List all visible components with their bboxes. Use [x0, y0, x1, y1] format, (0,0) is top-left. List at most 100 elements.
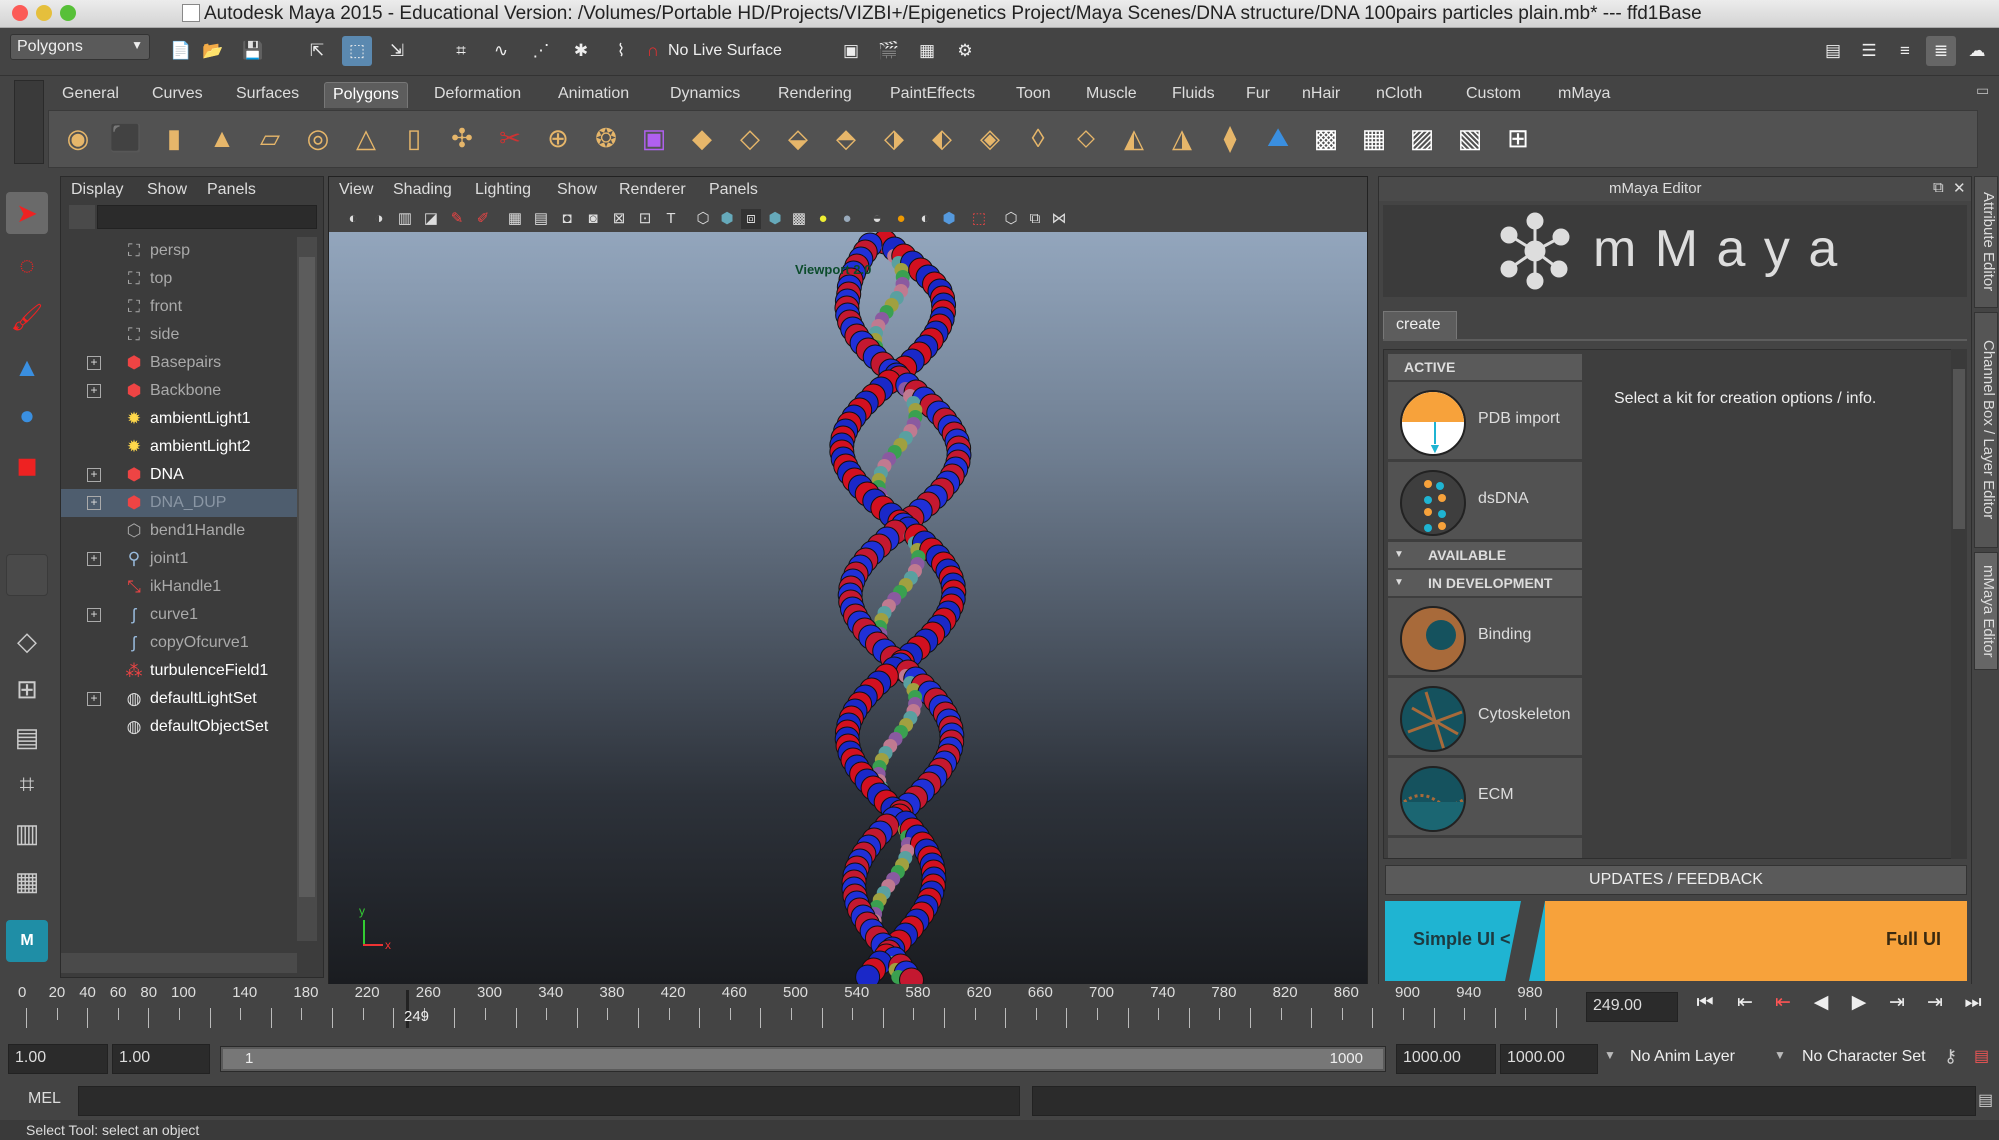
use-all-lights-icon[interactable]: ●: [813, 209, 833, 229]
poly-torus-icon[interactable]: ◎: [299, 119, 337, 157]
viewport-menu-show[interactable]: Show: [557, 181, 597, 199]
select-hierarchy-icon[interactable]: ⇱: [302, 36, 332, 66]
poly-cylinder-icon[interactable]: ▮: [155, 119, 193, 157]
go-to-end-icon[interactable]: ⏭: [1958, 988, 1988, 1018]
outliner-item[interactable]: + ⬢ Basepairs: [61, 349, 301, 377]
four-pane-layout-icon[interactable]: ⊞: [6, 668, 48, 710]
poly-sphere-icon[interactable]: ◉: [59, 119, 97, 157]
section-available[interactable]: ▼ AVAILABLE: [1388, 542, 1582, 568]
poly-cone-icon[interactable]: ▲: [203, 119, 241, 157]
motion-blur-icon[interactable]: ●: [891, 209, 911, 229]
bevel-icon[interactable]: ◊: [1019, 119, 1057, 157]
gate-mask-icon[interactable]: ◙: [583, 209, 603, 229]
live-surface-label[interactable]: No Live Surface: [668, 42, 782, 60]
outliner-item[interactable]: + ⚲ joint1: [61, 545, 301, 573]
shelf-tab-fluids[interactable]: Fluids: [1164, 82, 1223, 108]
hud-icon[interactable]: ⋈: [1049, 209, 1069, 229]
outliner-vertical-scrollbar[interactable]: [297, 237, 317, 941]
poly-plane-icon[interactable]: ▱: [251, 119, 289, 157]
render-frame-icon[interactable]: 🎬: [874, 36, 904, 66]
scrollbar-thumb[interactable]: [299, 257, 315, 897]
open-scene-icon[interactable]: 📂: [198, 36, 228, 66]
depth-of-field-icon[interactable]: ⬢: [939, 209, 959, 229]
smooth-icon[interactable]: ❂: [587, 119, 625, 157]
outliner-persp-layout-icon[interactable]: ▤: [6, 716, 48, 758]
expand-icon[interactable]: +: [87, 468, 101, 482]
play-forward-icon[interactable]: ▶: [1844, 988, 1874, 1018]
cylindrical-mapping-icon[interactable]: ▦: [1355, 119, 1393, 157]
extract-icon[interactable]: ⊕: [539, 119, 577, 157]
anim-layer-dropdown[interactable]: No Anim Layer: [1630, 1048, 1735, 1066]
shelf-options-handle[interactable]: [14, 80, 44, 164]
triangulate-icon[interactable]: ◭: [1115, 119, 1153, 157]
shelf-tab-general[interactable]: General: [54, 82, 127, 108]
snap-surface-icon[interactable]: ⌇: [606, 36, 636, 66]
xray-icon[interactable]: ⬢: [765, 209, 785, 229]
smooth-shade-icon[interactable]: ⬢: [717, 209, 737, 229]
script-editor-icon[interactable]: ▤: [1978, 1090, 1993, 1110]
outliner-item[interactable]: ⬡ bend1Handle: [61, 517, 301, 545]
outliner-item[interactable]: ◍ defaultObjectSet: [61, 713, 301, 741]
shelf-tab-surfaces[interactable]: Surfaces: [228, 82, 307, 108]
camera-attributes-icon[interactable]: ◑: [369, 209, 389, 229]
resolution-gate-icon[interactable]: ◘: [557, 209, 577, 229]
hypershade-layout-icon[interactable]: ▥: [6, 812, 48, 854]
xray-active-icon[interactable]: ⧉: [1025, 209, 1045, 229]
expand-icon[interactable]: +: [87, 384, 101, 398]
shelf-tab-custom[interactable]: Custom: [1458, 82, 1529, 108]
dopesheet-layout-icon[interactable]: ▦: [6, 860, 48, 902]
tab-mmaya-editor[interactable]: mMaya Editor: [1974, 552, 1998, 670]
go-to-start-icon[interactable]: ⏮: [1690, 988, 1720, 1018]
graph-editor-layout-icon[interactable]: ⌗: [6, 764, 48, 806]
isolate-select-icon[interactable]: ⬚: [969, 209, 989, 229]
kit-binding[interactable]: Binding: [1388, 598, 1582, 676]
viewport-menu-panels[interactable]: Panels: [709, 181, 758, 199]
updates-feedback-button[interactable]: UPDATES / FEEDBACK: [1385, 865, 1967, 895]
outliner-search-input[interactable]: [97, 205, 317, 229]
new-scene-icon[interactable]: 📄: [166, 36, 196, 66]
spherical-mapping-icon[interactable]: ▨: [1403, 119, 1441, 157]
step-back-key-icon[interactable]: ⇤: [1730, 988, 1760, 1018]
time-slider[interactable]: 0 20 40 60 80 100 140 180 220 260 300 340 380 420 460 5…: [0, 984, 1999, 1032]
outliner-item[interactable]: ⛶ side: [61, 321, 301, 349]
channel-box-toggle-icon[interactable]: ≣: [1926, 36, 1956, 66]
snap-point-icon[interactable]: ⋰: [526, 36, 556, 66]
separate-icon[interactable]: ✂: [491, 119, 529, 157]
outliner-menu-show[interactable]: Show: [147, 181, 187, 199]
select-object-icon[interactable]: ⬚: [342, 36, 372, 66]
kit-list-scrollbar[interactable]: [1951, 349, 1967, 859]
outliner-item-selected[interactable]: + ⬢ DNA_DUP: [61, 489, 301, 517]
ipr-render-icon[interactable]: ▦: [912, 36, 942, 66]
rotate-tool-icon[interactable]: ●: [6, 394, 48, 436]
shelf-tab-rendering[interactable]: Rendering: [770, 82, 860, 108]
tool-settings-toggle-icon[interactable]: ≡: [1890, 36, 1920, 66]
kit-ecm[interactable]: ECM: [1388, 758, 1582, 836]
float-panel-icon[interactable]: ⧉: [1933, 179, 1944, 196]
playback-start-field[interactable]: 1.00: [112, 1044, 210, 1074]
outliner-item[interactable]: + ⬢ Backbone: [61, 377, 301, 405]
outliner-item[interactable]: ⤡ ikHandle1: [61, 573, 301, 601]
select-component-icon[interactable]: ⇲: [382, 36, 412, 66]
safe-action-icon[interactable]: ⊡: [635, 209, 655, 229]
poly-pipe-icon[interactable]: ▯: [395, 119, 433, 157]
outliner-menu-panels[interactable]: Panels: [207, 181, 256, 199]
image-plane-icon[interactable]: ◪: [421, 209, 441, 229]
shelf-tab-curves[interactable]: Curves: [144, 82, 211, 108]
zoom-window-icon[interactable]: [60, 5, 76, 21]
render-settings-icon[interactable]: ⚙: [950, 36, 980, 66]
poly-cube-icon[interactable]: ⬛: [107, 119, 145, 157]
2d-pan-zoom-icon[interactable]: ✎: [447, 209, 467, 229]
merge-vertices-icon[interactable]: ◈: [971, 119, 1009, 157]
quadrangulate-icon[interactable]: ◮: [1163, 119, 1201, 157]
tab-attribute-editor[interactable]: Attribute Editor: [1974, 176, 1998, 308]
shelf-tab-nhair[interactable]: nHair: [1294, 82, 1348, 108]
tab-channel-box[interactable]: Channel Box / Layer Editor: [1974, 312, 1998, 548]
grease-pencil-icon[interactable]: ✐: [473, 209, 493, 229]
shelf-tab-deformation[interactable]: Deformation: [426, 82, 529, 108]
anti-aliasing-icon[interactable]: ◐: [915, 209, 935, 229]
auto-key-icon[interactable]: ⚷: [1944, 1046, 1957, 1067]
select-camera-icon[interactable]: ◐: [343, 209, 363, 229]
animation-start-field[interactable]: 1.00: [8, 1044, 108, 1074]
shelf-tab-dynamics[interactable]: Dynamics: [662, 82, 748, 108]
save-scene-icon[interactable]: 💾: [238, 36, 268, 66]
